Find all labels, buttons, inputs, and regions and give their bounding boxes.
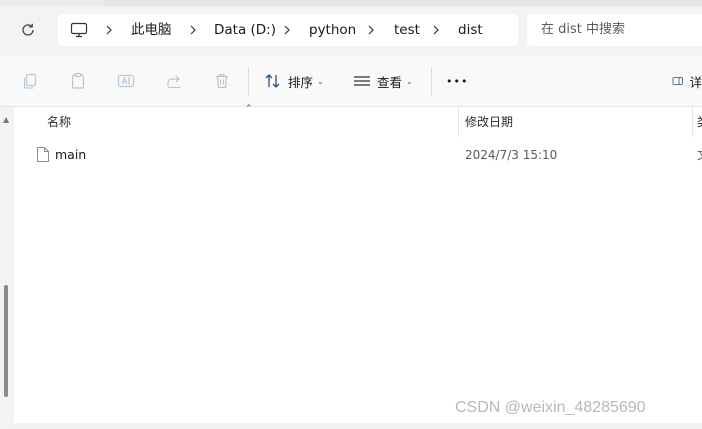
details-pane-button[interactable]: 详 bbox=[672, 66, 702, 96]
chevron-right-icon[interactable] bbox=[188, 24, 198, 36]
file-icon bbox=[37, 147, 49, 162]
more-options-button[interactable]: ••• bbox=[446, 66, 468, 96]
view-icon bbox=[354, 76, 370, 86]
watermark: CSDN @weixin_48285690 bbox=[455, 399, 646, 416]
column-header-name[interactable]: 名称 bbox=[47, 107, 71, 137]
vertical-scrollbar[interactable]: ▲ bbox=[0, 107, 14, 429]
column-divider[interactable] bbox=[692, 107, 693, 137]
refresh-icon bbox=[22, 23, 34, 36]
command-bar: 排序 ⌄ 查看 ⌄ ••• 详 bbox=[0, 56, 702, 107]
details-pane-label: 详 bbox=[689, 74, 702, 90]
scrollbar-thumb[interactable] bbox=[4, 285, 8, 397]
column-header-date[interactable]: 修改日期 bbox=[465, 107, 513, 137]
rename-icon[interactable] bbox=[116, 71, 136, 91]
share-icon[interactable] bbox=[164, 71, 184, 91]
delete-icon[interactable] bbox=[212, 71, 232, 91]
refresh-button[interactable] bbox=[12, 18, 44, 42]
toolbar-separator bbox=[248, 67, 249, 97]
toolbar-separator bbox=[431, 67, 432, 97]
details-pane-icon bbox=[672, 77, 683, 85]
sort-icon bbox=[265, 74, 280, 88]
chevron-right-icon[interactable] bbox=[366, 24, 376, 36]
file-name: main bbox=[55, 147, 87, 162]
address-row: 此电脑 Data (D:) python test dist 在 dist 中搜… bbox=[0, 6, 702, 54]
scroll-up-arrow-icon[interactable]: ▲ bbox=[3, 115, 9, 124]
view-button[interactable]: 查看 ⌄ bbox=[353, 66, 413, 96]
breadcrumb-this-pc[interactable]: 此电脑 bbox=[131, 14, 172, 46]
file-type: 文 bbox=[697, 143, 702, 167]
chevron-right-icon[interactable] bbox=[431, 24, 441, 36]
sort-button[interactable]: 排序 ⌄ bbox=[264, 66, 324, 96]
address-bar[interactable]: 此电脑 Data (D:) python test dist bbox=[58, 14, 518, 46]
file-modified-date: 2024/7/3 15:10 bbox=[465, 148, 558, 162]
view-label: 查看 bbox=[377, 74, 403, 90]
file-row[interactable]: main 2024/7/3 15:10 文 bbox=[20, 143, 702, 167]
column-divider[interactable] bbox=[458, 107, 459, 137]
column-header-type[interactable]: 类 bbox=[697, 107, 702, 137]
chevron-right-icon[interactable] bbox=[104, 24, 114, 36]
chevron-down-icon: ⌄ bbox=[406, 76, 413, 86]
horizontal-scrollbar[interactable] bbox=[14, 423, 702, 429]
sort-ascending-indicator-icon: ⌃ bbox=[245, 104, 253, 114]
file-list-pane: ▲ ⌃ 名称 修改日期 类 main 2024/7/3 15:10 文 CSDN… bbox=[0, 104, 702, 429]
chevron-down-icon: ⌄ bbox=[317, 76, 324, 86]
computer-icon[interactable] bbox=[70, 22, 88, 38]
breadcrumb-python[interactable]: python bbox=[309, 14, 356, 46]
breadcrumb-test[interactable]: test bbox=[394, 14, 420, 46]
search-input[interactable]: 在 dist 中搜索 bbox=[527, 14, 702, 46]
paste-icon[interactable] bbox=[68, 71, 88, 91]
sort-label: 排序 bbox=[288, 74, 314, 90]
search-placeholder: 在 dist 中搜索 bbox=[541, 22, 625, 37]
copy-icon[interactable] bbox=[20, 71, 40, 91]
chevron-right-icon[interactable] bbox=[282, 24, 292, 36]
breadcrumb-dist[interactable]: dist bbox=[458, 14, 483, 46]
more-icon: ••• bbox=[446, 74, 469, 88]
breadcrumb-data-drive[interactable]: Data (D:) bbox=[214, 14, 276, 46]
